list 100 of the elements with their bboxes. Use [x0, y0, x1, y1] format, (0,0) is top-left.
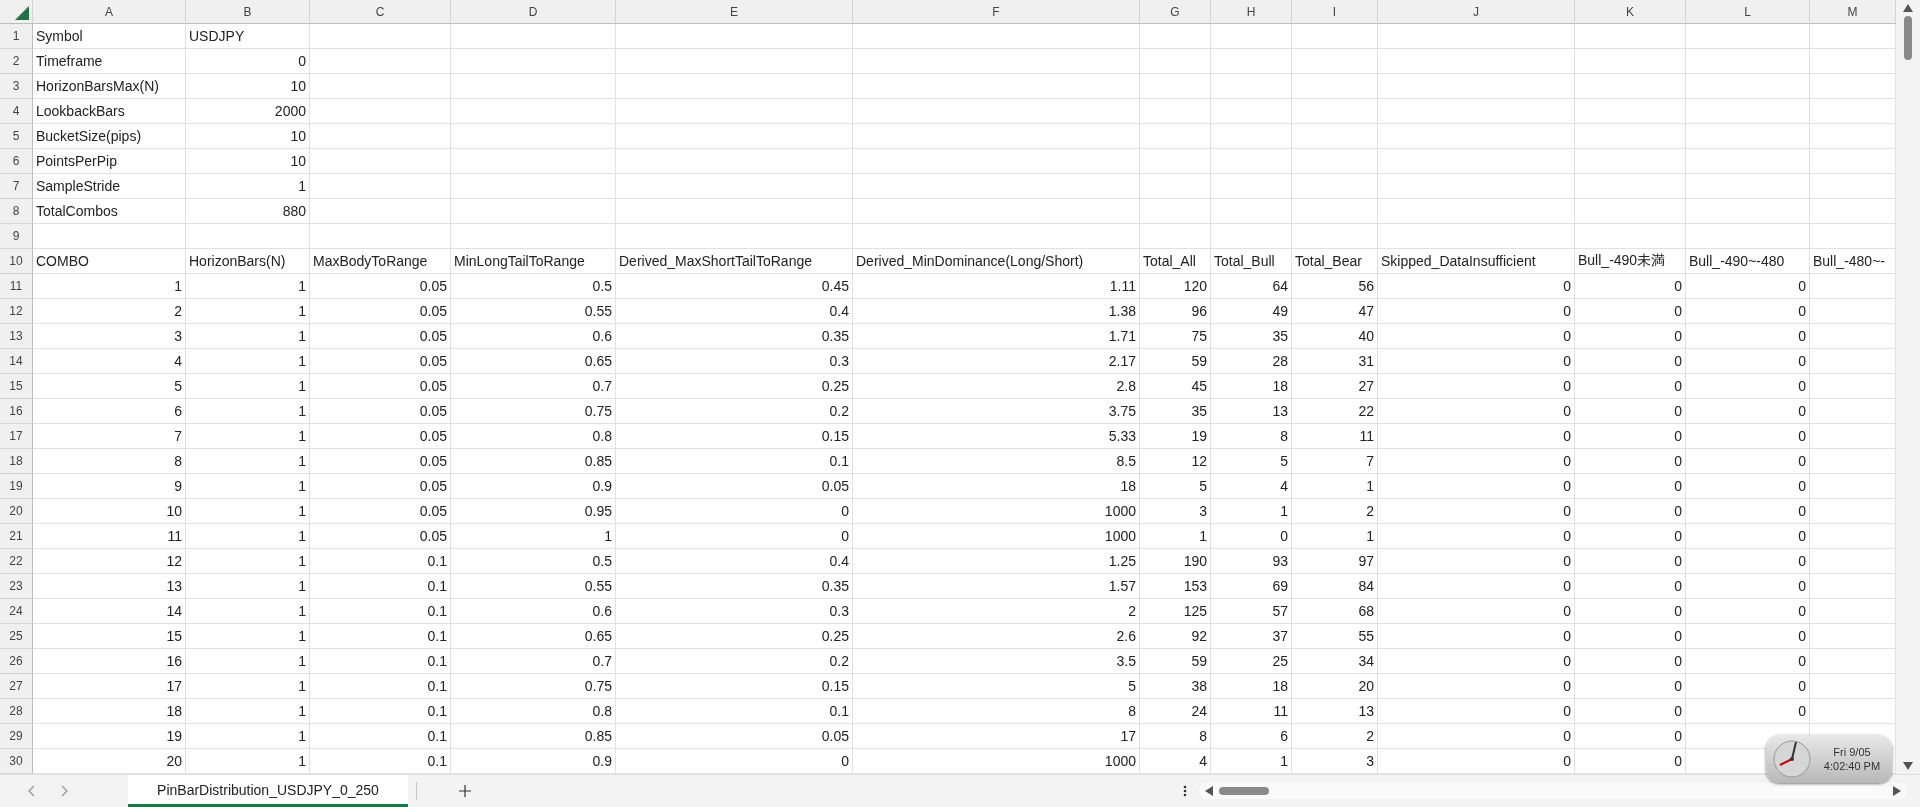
table-cell: 1 — [186, 674, 310, 699]
row-header[interactable]: 10 — [0, 249, 33, 274]
column-header[interactable]: K — [1575, 0, 1686, 24]
table-cell: 3.5 — [853, 649, 1140, 674]
select-all-icon[interactable] — [15, 6, 29, 20]
column-header[interactable]: I — [1292, 0, 1378, 24]
row-header[interactable]: 16 — [0, 399, 33, 424]
table-cell: 13 — [1211, 399, 1292, 424]
row-header[interactable]: 1 — [0, 24, 33, 49]
column-header[interactable]: G — [1140, 0, 1211, 24]
table-cell: 125 — [1140, 599, 1211, 624]
table-cell: 0.05 — [310, 474, 451, 499]
row-header[interactable]: 4 — [0, 99, 33, 124]
row-header[interactable]: 8 — [0, 199, 33, 224]
row-header[interactable]: 17 — [0, 424, 33, 449]
table-cell: 0 — [1686, 649, 1810, 674]
table-cell: 56 — [1292, 274, 1378, 299]
table-cell: USDJPY — [186, 24, 310, 49]
table-cell: 1 — [451, 524, 616, 549]
table-cell: 0 — [1686, 524, 1810, 549]
sheet-tab[interactable]: PinBarDistribution_USDJPY_0_250 — [128, 775, 408, 807]
table-cell: 0.05 — [310, 499, 451, 524]
row-header[interactable]: 5 — [0, 124, 33, 149]
row-header[interactable]: 12 — [0, 299, 33, 324]
table-cell: 0.45 — [616, 274, 853, 299]
row-header[interactable]: 7 — [0, 174, 33, 199]
row-header[interactable]: 19 — [0, 474, 33, 499]
row-header[interactable]: 30 — [0, 749, 33, 774]
table-cell: 0 — [1378, 674, 1575, 699]
column-header[interactable]: D — [451, 0, 616, 24]
column-header[interactable]: M — [1810, 0, 1896, 24]
table-cell: 0 — [1378, 599, 1575, 624]
table-cell: 24 — [1140, 699, 1211, 724]
row-header[interactable]: 11 — [0, 274, 33, 299]
column-header[interactable]: J — [1378, 0, 1575, 24]
table-cell: 69 — [1211, 574, 1292, 599]
column-header[interactable]: L — [1686, 0, 1810, 24]
column-header[interactable]: C — [310, 0, 451, 24]
table-cell: 0.65 — [451, 624, 616, 649]
table-cell: 1 — [186, 449, 310, 474]
table-cell: 17 — [853, 724, 1140, 749]
empty-cell — [1140, 99, 1211, 124]
table-cell: 0 — [1686, 574, 1810, 599]
scrollbar-thumb[interactable] — [1219, 787, 1269, 795]
table-cell: 96 — [1140, 299, 1211, 324]
column-header[interactable]: B — [186, 0, 310, 24]
row-header[interactable]: 18 — [0, 449, 33, 474]
scrollbar-thumb[interactable] — [1904, 16, 1912, 60]
table-cell: 0 — [1575, 349, 1686, 374]
horizontal-scrollbar[interactable] — [1199, 783, 1907, 799]
column-header[interactable]: E — [616, 0, 853, 24]
table-cell: 1 — [186, 399, 310, 424]
table-cell: Skipped_DataInsufficient — [1378, 249, 1575, 274]
table-cell: 0 — [1686, 324, 1810, 349]
row-header[interactable]: 2 — [0, 49, 33, 74]
date-text: Fri 9/05 — [1833, 745, 1871, 759]
row-header[interactable]: 28 — [0, 699, 33, 724]
row-header[interactable]: 6 — [0, 149, 33, 174]
row-header[interactable]: 29 — [0, 724, 33, 749]
scroll-down-icon[interactable] — [1903, 762, 1913, 770]
table-cell: HorizonBars(N) — [186, 249, 310, 274]
table-cell: 0.05 — [310, 349, 451, 374]
table-cell: 0.65 — [451, 349, 616, 374]
row-header[interactable]: 25 — [0, 624, 33, 649]
column-header[interactable]: A — [33, 0, 186, 24]
table-cell: 2.17 — [853, 349, 1140, 374]
column-header[interactable]: H — [1211, 0, 1292, 24]
table-cell: 2 — [33, 299, 186, 324]
row-header[interactable]: 20 — [0, 499, 33, 524]
table-cell: 0.4 — [616, 299, 853, 324]
row-header[interactable]: 13 — [0, 324, 33, 349]
table-cell: Symbol — [33, 24, 186, 49]
row-header[interactable]: 14 — [0, 349, 33, 374]
table-cell: 47 — [1292, 299, 1378, 324]
table-cell: 22 — [1292, 399, 1378, 424]
table-cell: 0 — [1575, 499, 1686, 524]
table-cell: 7 — [33, 424, 186, 449]
table-cell: 0.6 — [451, 324, 616, 349]
table-cell: 31 — [1292, 349, 1378, 374]
row-header[interactable]: 3 — [0, 74, 33, 99]
scroll-up-icon[interactable] — [1903, 4, 1913, 12]
row-header[interactable]: 9 — [0, 224, 33, 249]
table-cell: 0.1 — [616, 449, 853, 474]
row-header[interactable]: 21 — [0, 524, 33, 549]
row-header[interactable]: 24 — [0, 599, 33, 624]
scroll-left-icon[interactable] — [1205, 786, 1213, 796]
table-cell: 0.3 — [616, 599, 853, 624]
row-header[interactable]: 22 — [0, 549, 33, 574]
scroll-right-icon[interactable] — [1893, 786, 1901, 796]
table-cell: 0 — [1575, 649, 1686, 674]
table-cell: 1 — [186, 624, 310, 649]
table-cell: 0 — [1575, 474, 1686, 499]
row-header[interactable]: 27 — [0, 674, 33, 699]
column-header[interactable]: F — [853, 0, 1140, 24]
table-cell: 0 — [1378, 624, 1575, 649]
table-cell: 1.25 — [853, 549, 1140, 574]
row-header[interactable]: 26 — [0, 649, 33, 674]
table-cell: Bull_-490~-480 — [1686, 249, 1810, 274]
row-header[interactable]: 15 — [0, 374, 33, 399]
row-header[interactable]: 23 — [0, 574, 33, 599]
